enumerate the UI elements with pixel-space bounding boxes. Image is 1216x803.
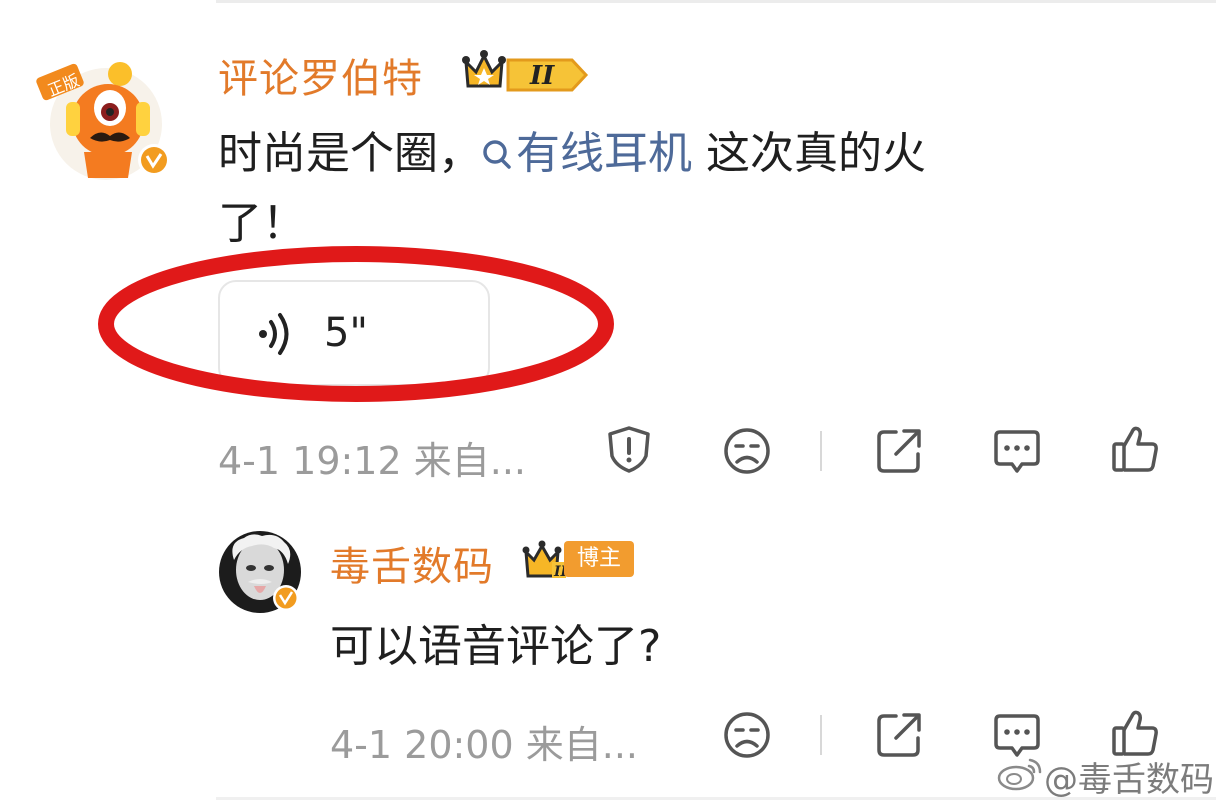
- comment-icon[interactable]: [992, 426, 1042, 476]
- voice-wave-icon: [259, 313, 289, 355]
- reply-username[interactable]: 毒舌数码: [330, 534, 494, 592]
- warning-shield-icon[interactable]: [604, 424, 654, 474]
- top-divider: [216, 0, 1216, 3]
- weibo-logo-icon: [997, 758, 1042, 791]
- comment-text-part2: 这次真的火: [692, 128, 926, 179]
- like-icon[interactable]: [1110, 424, 1160, 474]
- comment-text-line2: 了！: [218, 198, 306, 249]
- like-icon[interactable]: [1110, 708, 1160, 758]
- action-separator: [820, 715, 822, 755]
- crown-level-badge: II: [522, 540, 566, 580]
- level-text: II: [529, 61, 555, 91]
- reply-source: 来自...: [525, 723, 638, 767]
- sad-face-icon[interactable]: [722, 710, 772, 760]
- watermark-text: @毒舌数码: [1044, 760, 1214, 800]
- reply-text: 可以语音评论了?: [330, 621, 662, 672]
- crown-level-badge: II: [462, 50, 589, 92]
- share-icon[interactable]: [874, 426, 924, 476]
- comment-icon[interactable]: [992, 710, 1042, 760]
- sad-face-icon[interactable]: [722, 426, 772, 476]
- comment-text: 时尚是个圈， 有线耳机 这次真的火: [218, 120, 926, 188]
- reply-timestamp: 4-1 20:00: [330, 723, 514, 767]
- share-icon[interactable]: [874, 710, 924, 760]
- search-icon: [483, 140, 511, 169]
- host-badge: 博主: [564, 541, 634, 577]
- bottom-divider: [216, 797, 1216, 800]
- action-separator: [820, 431, 822, 471]
- topic-link[interactable]: 有线耳机: [482, 128, 692, 179]
- comment-source: 来自...: [413, 439, 526, 483]
- voice-message-bubble[interactable]: 5": [218, 280, 490, 386]
- voice-duration: 5": [324, 310, 368, 356]
- user-avatar[interactable]: 正版: [36, 56, 178, 182]
- topic-label: 有线耳机: [516, 128, 692, 179]
- comment-username[interactable]: 评论罗伯特: [218, 46, 423, 104]
- comment-meta: 4-1 19:12 来自...: [218, 430, 526, 485]
- comment-timestamp: 4-1 19:12: [218, 439, 402, 483]
- comment-text-part1: 时尚是个圈，: [218, 128, 482, 179]
- reply-avatar[interactable]: [218, 530, 304, 616]
- reply-meta: 4-1 20:00 来自...: [330, 714, 638, 769]
